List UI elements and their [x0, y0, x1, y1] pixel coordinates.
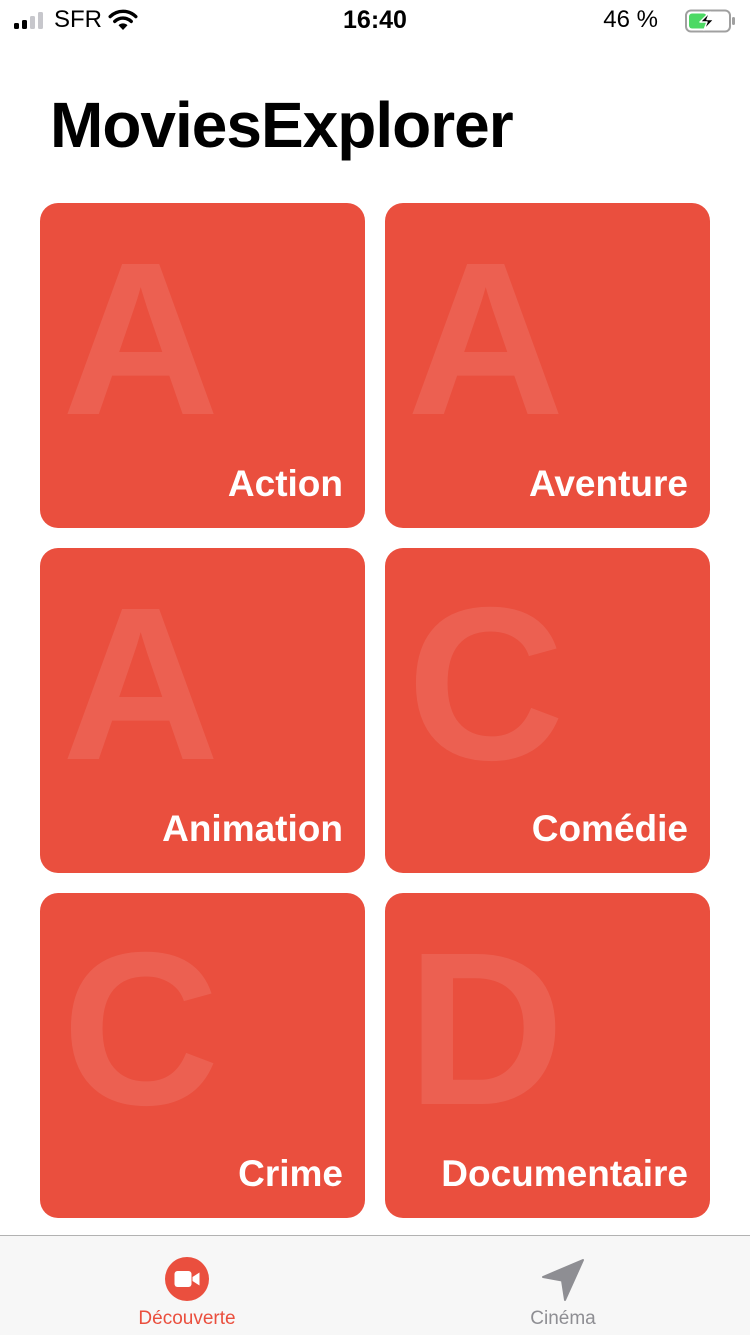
genre-initial-letter: A: [62, 563, 220, 806]
genre-tile-animation[interactable]: A Animation: [40, 548, 365, 873]
tab-cinema[interactable]: Cinéma: [463, 1236, 663, 1335]
genre-tile-comedie[interactable]: C Comédie: [385, 548, 710, 873]
battery-charging-icon: [685, 9, 735, 33]
genre-tile-crime[interactable]: C Crime: [40, 893, 365, 1218]
tab-bar: Découverte Cinéma: [0, 1235, 750, 1335]
page-title: MoviesExplorer: [50, 89, 514, 161]
genre-tile-action[interactable]: A Action: [40, 203, 365, 528]
genre-initial-letter: A: [62, 218, 220, 461]
genre-tile-documentaire[interactable]: D Documentaire: [385, 893, 710, 1218]
genre-label: Action: [227, 463, 343, 504]
genre-label: Animation: [162, 808, 343, 849]
tab-label: Découverte: [138, 1308, 236, 1329]
tab-decouverte[interactable]: Découverte: [87, 1236, 287, 1335]
location-arrow-icon: [542, 1259, 584, 1301]
tab-label: Cinéma: [530, 1308, 596, 1329]
genre-initial-letter: C: [407, 563, 565, 806]
video-camera-icon: [165, 1257, 209, 1301]
genre-initial-letter: A: [407, 218, 565, 461]
genre-label: Comédie: [531, 808, 688, 849]
status-bar: SFR 16:40 46 %: [0, 0, 750, 40]
battery-percentage: 46 %: [603, 6, 658, 33]
genre-label: Aventure: [528, 463, 688, 504]
genre-initial-letter: D: [407, 908, 565, 1151]
genre-initial-letter: C: [62, 908, 220, 1151]
genre-tile-aventure[interactable]: A Aventure: [385, 203, 710, 528]
genre-label: Documentaire: [441, 1153, 688, 1194]
genre-label: Crime: [238, 1153, 343, 1194]
